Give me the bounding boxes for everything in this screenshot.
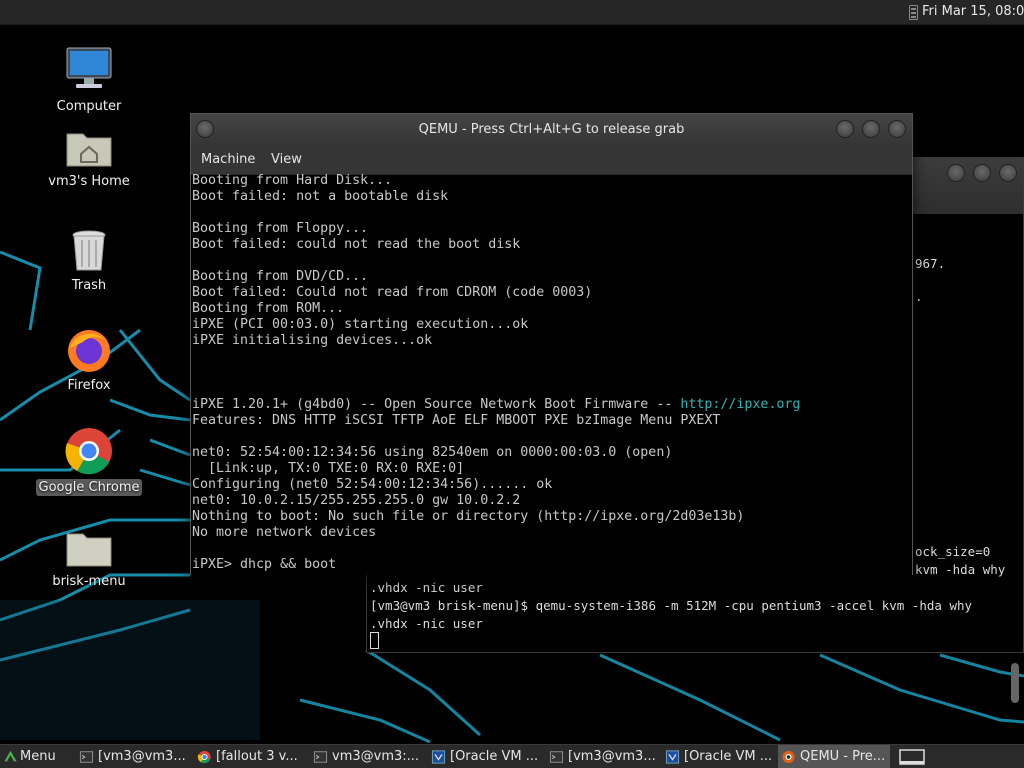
taskbar-item[interactable]: [fallout 3 v... [194,745,306,768]
tray-menu-icon[interactable] [909,5,918,20]
terminal-icon [313,751,328,763]
console-line: Boot failed: could not read the boot dis… [192,237,521,252]
virtualbox-icon [665,750,680,764]
console-line: Boot failed: not a bootable disk [192,189,449,204]
console-prompt[interactable]: iPXE> dhcp && boot [192,557,336,572]
taskbar-item-label: [fallout 3 v... [216,749,298,764]
desktop-icon-trash[interactable]: Trash [34,228,144,294]
menu-view[interactable]: View [271,152,302,167]
terminal-line: .vhdx -nic user [370,580,483,595]
desktop-icon-label: brisk-menu [52,574,126,589]
taskbar-item[interactable]: vm3@vm3:... [310,745,422,768]
taskbar-item-label: [vm3@vm3... [98,749,186,764]
terminal-line: kvm -hda why [915,562,1006,577]
taskbar-item-active[interactable]: QEMU - Pre... [778,745,890,768]
desktop-icon-label: Computer [56,99,122,114]
show-desktop-icon[interactable] [898,748,926,766]
taskbar-item[interactable]: [vm3@vm3... [546,745,658,768]
chrome-icon [197,750,211,764]
desktop-icon-home[interactable]: vm3's Home [34,128,144,190]
console-line: Booting from DVD/CD... [192,269,369,284]
ipxe-version: iPXE 1.20.1+ (g4bd0) [192,397,353,412]
maximize-icon[interactable] [862,120,880,138]
desktop-icon-chrome[interactable]: Google Chrome [34,426,144,496]
trash-icon [72,230,106,271]
console-line: No more network devices [192,525,377,540]
console-line: Booting from Floppy... [192,221,369,236]
console-line: Configuring (net0 52:54:00:12:34:56)....… [192,477,553,492]
taskbar-item[interactable]: [Oracle VM ... [662,745,776,768]
console-line: Boot failed: Could not read from CDROM (… [192,285,593,300]
ipxe-banner-text: -- Open Source Network Boot Firmware -- [352,397,681,412]
desktop-icon-label: Firefox [67,378,111,393]
desktop-icon-label: Google Chrome [35,479,143,496]
home-folder-icon [66,133,112,167]
console-line: iPXE (PCI 00:03.0) starting execution...… [192,317,529,332]
console-line: iPXE initialising devices...ok [192,333,433,348]
console-line: Nothing to boot: No such file or directo… [192,509,745,524]
terminal-icon [549,751,564,763]
taskbar-item-label: [vm3@vm3... [568,749,656,764]
taskbar-item-label: QEMU - Pre... [800,749,886,764]
close-icon[interactable] [888,120,906,138]
terminal-icon [79,751,94,763]
console-line: net0: 52:54:00:12:34:56 using 82540em on… [192,445,673,460]
menu-machine[interactable]: Machine [201,152,255,167]
desktop-icon-computer[interactable]: Computer [34,45,144,115]
bottom-taskbar: Menu [vm3@vm3... [fallout 3 v... vm3@vm3… [0,744,1024,768]
taskbar-item[interactable]: [Oracle VM ... [428,745,542,768]
terminal-line: 967. [915,256,946,271]
console-line: Booting from ROM... [192,301,345,316]
taskbar-item-label: vm3@vm3:... [332,749,420,764]
taskbar-item-label: [Oracle VM ... [684,749,773,764]
qemu-window[interactable]: QEMU - Press Ctrl+Alt+G to release grab … [190,113,913,575]
main-menu-button[interactable]: Menu [0,745,60,768]
firefox-icon [68,330,110,372]
desktop-icon-firefox[interactable]: Firefox [34,326,144,394]
terminal-line: [vm3@vm3 brisk-menu]$ qemu-system-i386 -… [370,598,973,613]
desktop-icon-label: vm3's Home [48,174,130,189]
ipxe-banner-line: iPXE 1.20.1+ (g4bd0) -- Open Source Netw… [192,397,800,412]
desktop-icon-label: Trash [71,278,107,293]
qemu-icon [782,750,795,764]
folder-icon [66,533,112,567]
chrome-icon [65,428,112,475]
vm-display[interactable]: Booting from Hard Disk... Boot failed: n… [191,173,912,575]
clock[interactable]: Fri Mar 15, 08:01 [922,4,1024,19]
console-line: net0: 10.0.2.15/255.255.255.0 gw 10.0.2.… [192,493,521,508]
computer-icon [66,47,112,88]
qemu-menubar: Machine View [191,146,912,175]
taskbar-item-label: [Oracle VM ... [450,749,539,764]
terminal-line: .vhdx -nic user [370,616,483,631]
menu-label: Menu [20,749,56,764]
ipxe-url-link[interactable]: http://ipxe.org [680,397,800,412]
terminal-cursor [370,632,379,649]
virtualbox-icon [431,750,446,764]
minimize-icon[interactable] [836,120,854,138]
scrollbar-thumb[interactable] [1011,663,1019,703]
menu-icon [4,750,17,762]
terminal-scrollbar[interactable] [1011,218,1021,703]
desktop-icon-brisk-menu[interactable]: brisk-menu [34,530,144,590]
console-line: Features: DNS HTTP iSCSI TFTP AoE ELF MB… [192,413,721,428]
console-line: [Link:up, TX:0 TXE:0 RX:0 RXE:0] [192,461,465,476]
qemu-titlebar[interactable]: QEMU - Press Ctrl+Alt+G to release grab [191,114,912,146]
terminal-line: ock_size=0 [915,544,991,559]
window-title: QEMU - Press Ctrl+Alt+G to release grab [418,122,685,137]
terminal-line: . [915,289,923,304]
console-line: Booting from Hard Disk... [192,173,393,188]
top-panel: Fri Mar 15, 08:01 [0,0,1024,25]
taskbar-item[interactable]: [vm3@vm3... [76,745,192,768]
